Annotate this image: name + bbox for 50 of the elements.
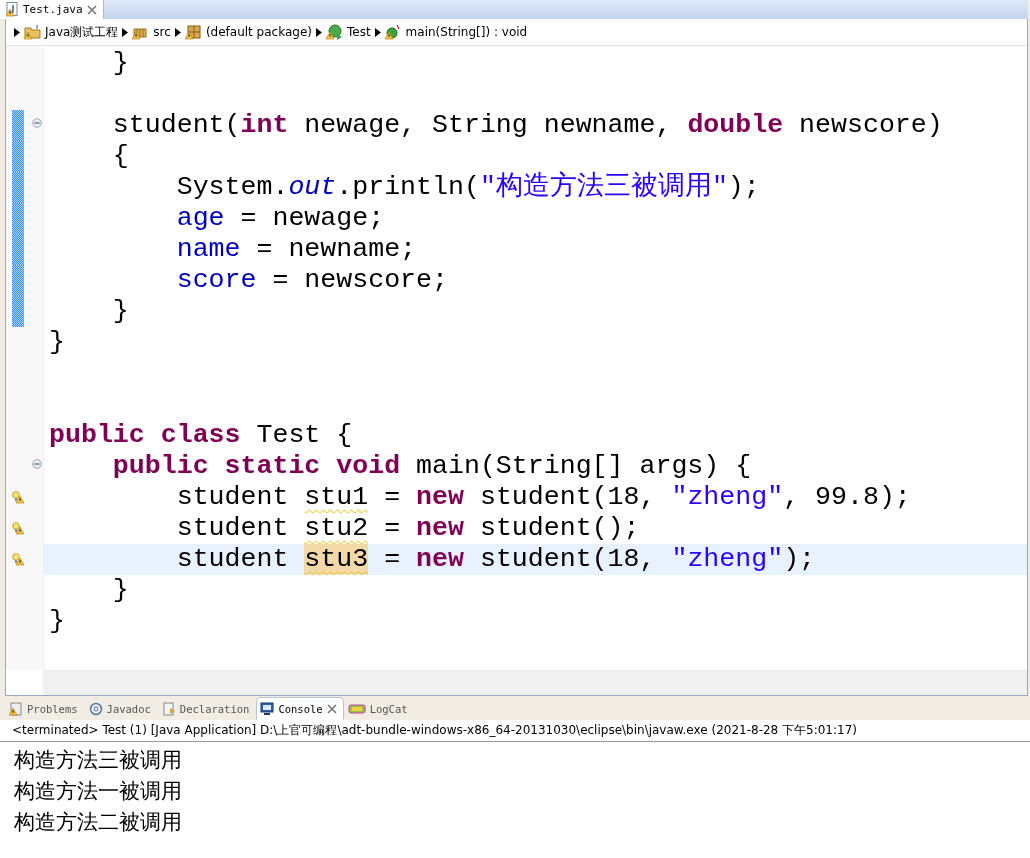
- breadcrumb-item[interactable]: (default package): [184, 24, 312, 40]
- code-line: name = newname;: [175, 234, 417, 265]
- collapse-icon[interactable]: [32, 458, 42, 469]
- collapse-icon[interactable]: [32, 117, 42, 128]
- monitor-icon: [260, 702, 275, 716]
- code-line: student stu3 = new student(18, "zheng");: [175, 544, 816, 575]
- package-icon: [184, 24, 203, 40]
- breadcrumb-item[interactable]: src: [132, 24, 171, 40]
- editor-tab[interactable]: Test.java: [0, 0, 104, 19]
- code-line: }: [111, 296, 129, 327]
- code-line: }: [111, 48, 129, 79]
- code-line: }: [49, 327, 65, 358]
- code-line: public class Test {: [49, 420, 353, 451]
- declaration-icon: [161, 702, 176, 716]
- console-output-line: 构造方法三被调用: [14, 747, 183, 774]
- code-line: }: [111, 575, 129, 606]
- breadcrumb-item[interactable]: Test: [325, 24, 371, 40]
- code-line: score = newscore;: [175, 265, 448, 296]
- breadcrumb-item[interactable]: Java测试工程: [24, 23, 119, 41]
- code-line: {: [111, 141, 129, 172]
- java-file-icon: [6, 2, 19, 17]
- view-tab[interactable]: LogCat: [343, 697, 415, 720]
- horizontal-scrollbar[interactable]: [43, 670, 1027, 695]
- view-tab[interactable]: Problems: [5, 697, 85, 720]
- breadcrumb-arrow-icon[interactable]: [374, 27, 381, 37]
- console-status: <terminated> Test (1) [Java Application] D:\上官可编程\adt-bundle-windows-x86_64-20131030\eclipse\bin\javaw.exe (2021-8-28 下午5:01:17): [0, 720, 1030, 742]
- logcat-icon: [347, 702, 366, 716]
- code-line: System.out.println("构造方法三被调用");: [175, 172, 760, 203]
- breadcrumb-arrow-icon[interactable]: [122, 27, 129, 37]
- close-icon[interactable]: [86, 4, 97, 15]
- code-line: age = newage;: [175, 203, 385, 234]
- breadcrumb-arrow-icon[interactable]: [14, 27, 20, 37]
- project-folder-icon: [24, 24, 42, 40]
- at-sign-icon: [88, 702, 103, 716]
- console-output-line: 构造方法二被调用: [14, 809, 183, 836]
- code-line: }: [49, 606, 65, 637]
- view-tab[interactable]: Console: [256, 697, 344, 720]
- breadcrumb-arrow-icon[interactable]: [174, 27, 181, 37]
- class-icon: [325, 24, 344, 40]
- breadcrumb-arrow-icon[interactable]: [315, 27, 322, 37]
- close-icon[interactable]: [326, 704, 337, 714]
- problems-icon: [9, 702, 23, 716]
- code-line: public static void main(String[] args) {: [111, 451, 752, 482]
- view-tab[interactable]: Javadoc: [84, 697, 158, 720]
- code-line: student stu2 = new student();: [175, 513, 640, 544]
- view-tab[interactable]: Declaration: [157, 697, 257, 720]
- code-line: student stu1 = new student(18, "zheng", 99.8);: [175, 482, 911, 513]
- code-line: student(int newage, String newname, double newscore): [111, 110, 943, 141]
- console-output-line: 构造方法一被调用: [14, 778, 183, 805]
- breadcrumb-item[interactable]: main(String[]) : void: [384, 24, 528, 40]
